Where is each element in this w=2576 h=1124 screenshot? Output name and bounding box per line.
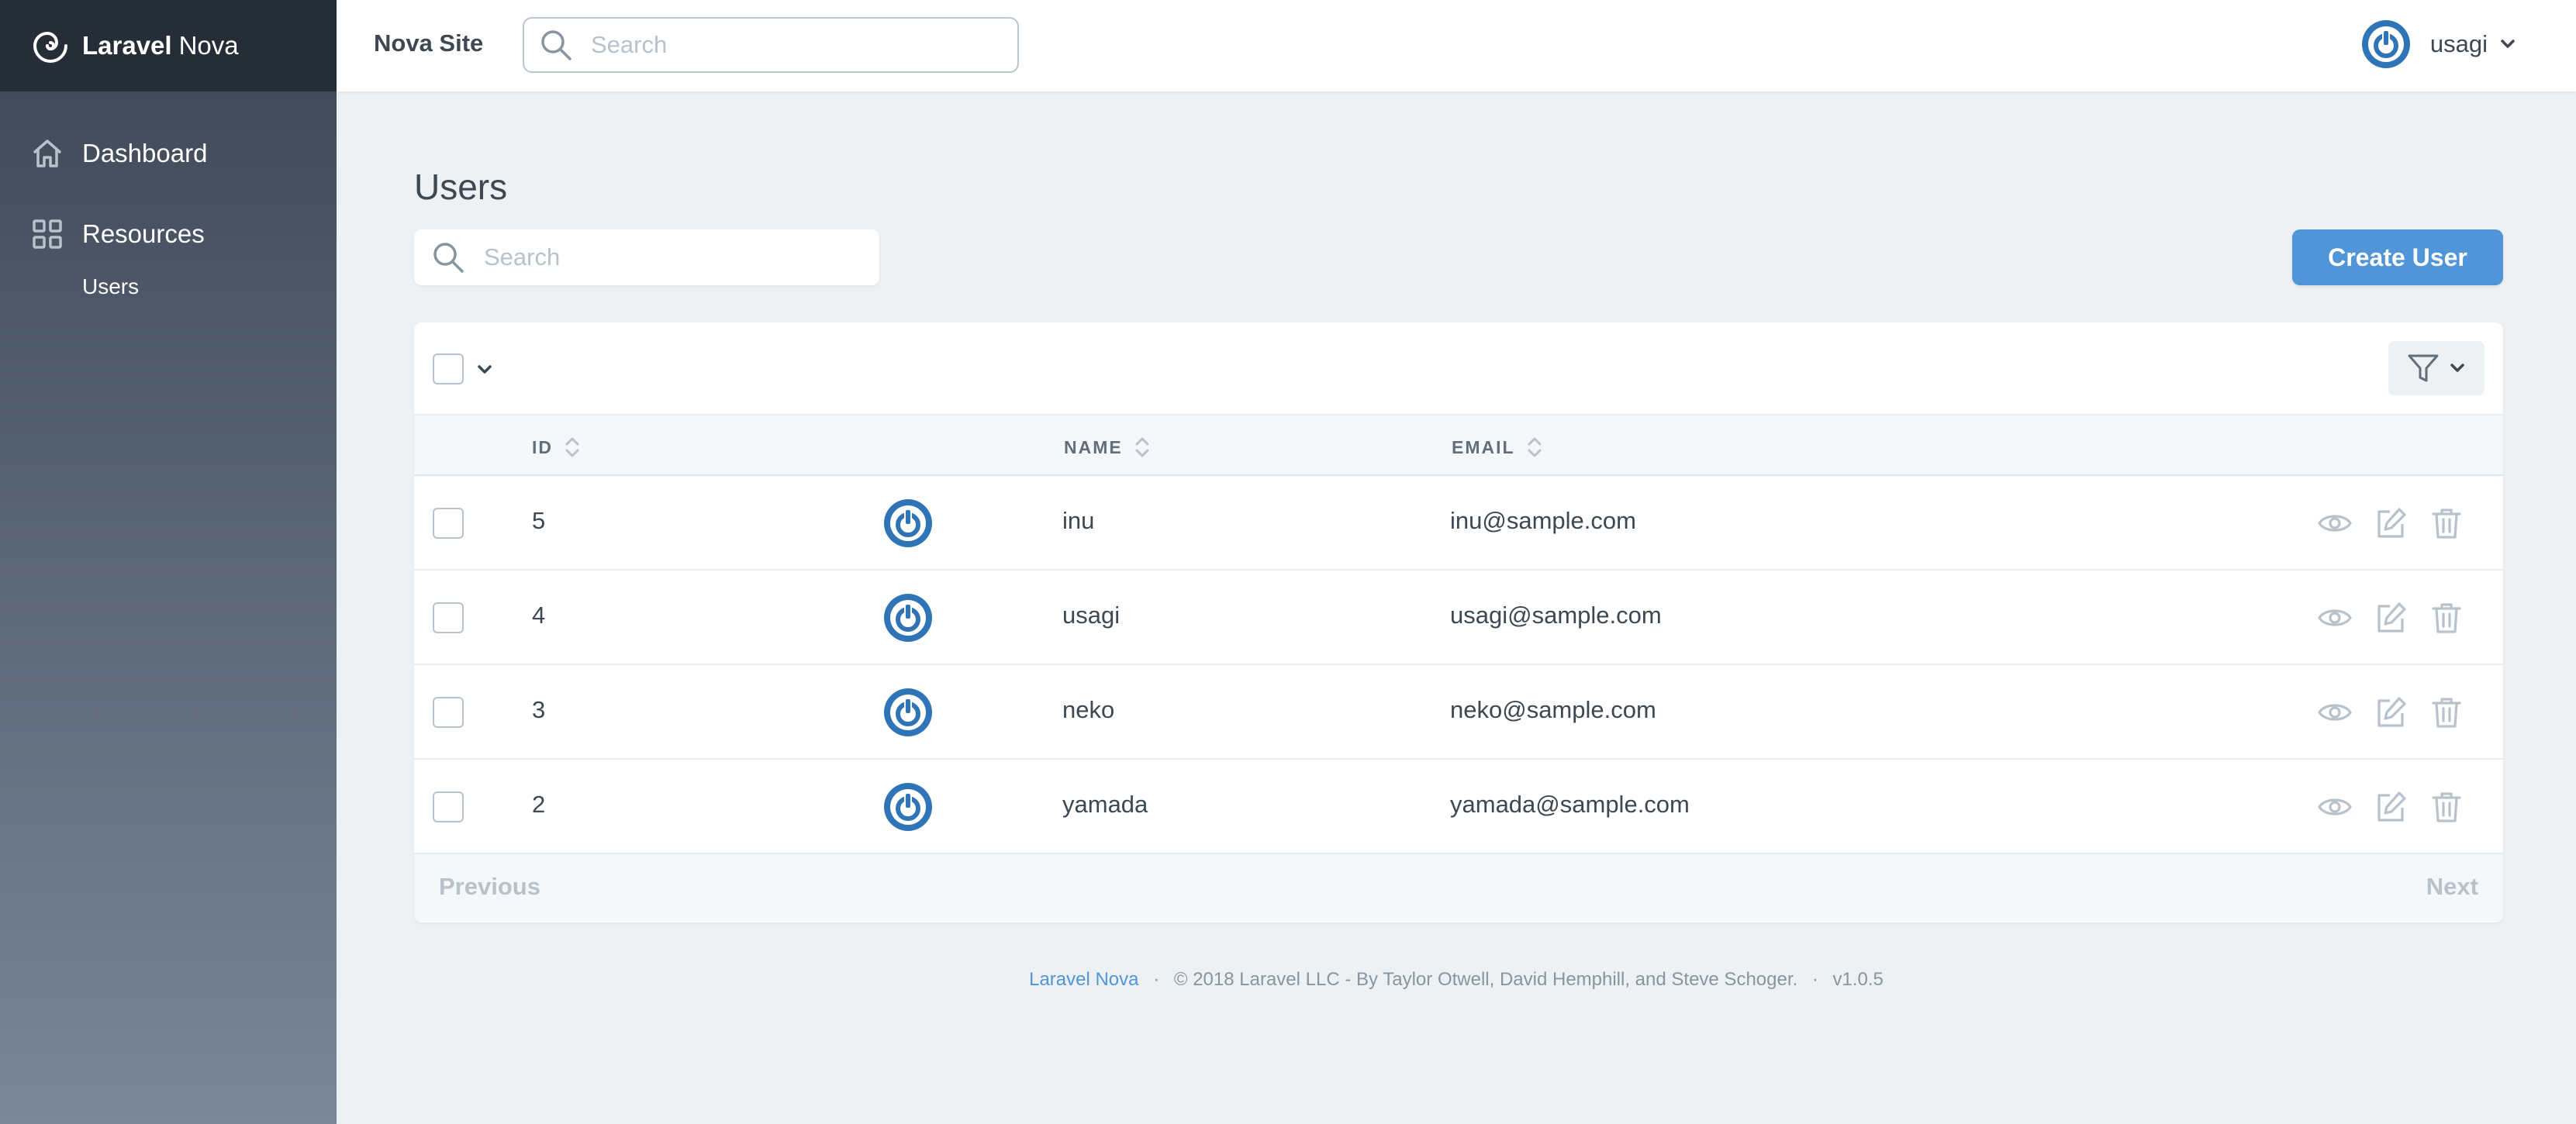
user-name: usagi [2429, 30, 2488, 57]
cell-email: neko@sample.com [1450, 696, 1656, 723]
next-page-button[interactable]: Next [2426, 873, 2478, 901]
column-header-id[interactable]: ID [532, 434, 581, 460]
row-checkbox[interactable] [433, 602, 464, 633]
column-header-name[interactable]: NAME [1064, 434, 1151, 460]
footer-separator: · [1153, 969, 1160, 990]
cell-id: 5 [532, 507, 546, 534]
search-icon [541, 30, 571, 60]
sidebar: Laravel Nova Dashboard Resources Users [0, 0, 337, 1124]
sort-icon [565, 437, 579, 457]
chevron-down-icon [2501, 40, 2515, 48]
row-checkbox[interactable] [433, 791, 464, 822]
table-header: ID NAME EMAIL [414, 415, 2503, 476]
row-checkbox[interactable] [433, 697, 464, 728]
chevron-down-icon[interactable] [475, 360, 495, 380]
column-label: EMAIL [1452, 436, 1515, 457]
row-actions [2297, 505, 2464, 541]
sidebar-item-label: Dashboard [82, 139, 208, 167]
user-avatar-icon [2361, 20, 2410, 68]
brand-name-bold: Laravel [82, 31, 172, 60]
edit-icon[interactable] [2373, 695, 2409, 730]
nova-logo-icon [33, 31, 67, 64]
table-row: 2 yamada yamada@sample.com [414, 760, 2503, 854]
sidebar-item-users[interactable]: Users [0, 274, 337, 299]
column-label: ID [532, 436, 553, 457]
cell-name: yamada [1062, 791, 1148, 818]
cell-email: yamada@sample.com [1450, 791, 1690, 818]
cell-email: usagi@sample.com [1450, 602, 1662, 629]
edit-icon[interactable] [2373, 505, 2409, 541]
brand[interactable]: Laravel Nova [0, 0, 337, 91]
table-row: 4 usagi usagi@sample.com [414, 571, 2503, 665]
select-all-checkbox[interactable] [433, 353, 464, 384]
cell-id: 3 [532, 696, 546, 723]
site-name: Nova Site [374, 29, 484, 57]
row-actions [2297, 789, 2464, 825]
chevron-down-icon [2450, 364, 2464, 372]
users-table-card: ID NAME EMAIL 5 inu inu@sample.com 4 usa… [414, 322, 2503, 922]
delete-trash-icon[interactable] [2429, 789, 2464, 825]
cell-name: inu [1062, 507, 1095, 534]
create-user-button[interactable]: Create User [2292, 229, 2503, 285]
search-icon [433, 243, 464, 273]
row-checkbox[interactable] [433, 508, 464, 539]
column-header-email[interactable]: EMAIL [1452, 434, 1543, 460]
view-eye-icon[interactable] [2317, 600, 2353, 636]
footer-separator: · [1811, 969, 1818, 990]
table-toolbar [414, 322, 2503, 415]
top-header: Nova Site usagi [337, 0, 2576, 91]
view-eye-icon[interactable] [2317, 505, 2353, 541]
footer-copyright: © 2018 Laravel LLC - By Taylor Otwell, D… [1173, 969, 1798, 990]
filter-icon [2408, 354, 2439, 382]
page-title: Users [414, 167, 508, 207]
grid-icon [33, 219, 62, 249]
user-menu[interactable]: usagi [2360, 19, 2517, 70]
cell-email: inu@sample.com [1450, 507, 1636, 534]
user-avatar-icon [884, 783, 932, 831]
edit-icon[interactable] [2373, 789, 2409, 825]
pagination: Previous Next [414, 854, 2503, 921]
global-search-input[interactable] [591, 31, 963, 59]
cell-id: 4 [532, 602, 546, 629]
column-label: NAME [1064, 436, 1123, 457]
previous-page-button[interactable]: Previous [439, 873, 540, 901]
row-actions [2297, 600, 2464, 636]
cell-id: 2 [532, 791, 546, 818]
sidebar-nav: Dashboard Resources Users [0, 91, 337, 299]
view-eye-icon[interactable] [2317, 789, 2353, 825]
table-row: 5 inu inu@sample.com [414, 476, 2503, 571]
home-icon [33, 140, 61, 167]
sort-icon [1135, 437, 1149, 457]
cell-name: usagi [1062, 602, 1121, 629]
footer-version: v1.0.5 [1832, 969, 1884, 990]
footer: Laravel Nova · © 2018 Laravel LLC - By T… [337, 969, 2576, 991]
cell-name: neko [1062, 696, 1115, 723]
global-search[interactable] [523, 17, 1019, 73]
brand-name-light: Nova [178, 31, 239, 60]
row-actions [2297, 695, 2464, 730]
edit-icon[interactable] [2373, 600, 2409, 636]
user-avatar-icon [884, 499, 932, 547]
sidebar-item-label: Resources [82, 219, 205, 248]
user-avatar-icon [884, 688, 932, 736]
sort-icon [1528, 437, 1542, 457]
table-row: 3 neko neko@sample.com [414, 665, 2503, 760]
user-avatar-icon [884, 594, 932, 642]
resource-search-input[interactable] [484, 243, 856, 271]
filter-button[interactable] [2388, 341, 2484, 395]
delete-trash-icon[interactable] [2429, 505, 2464, 541]
resource-search[interactable] [414, 229, 879, 285]
delete-trash-icon[interactable] [2429, 695, 2464, 730]
view-eye-icon[interactable] [2317, 695, 2353, 730]
sidebar-item-dashboard[interactable]: Dashboard [0, 133, 337, 174]
footer-link[interactable]: Laravel Nova [1029, 969, 1138, 990]
sidebar-item-resources[interactable]: Resources [0, 214, 337, 254]
delete-trash-icon[interactable] [2429, 600, 2464, 636]
